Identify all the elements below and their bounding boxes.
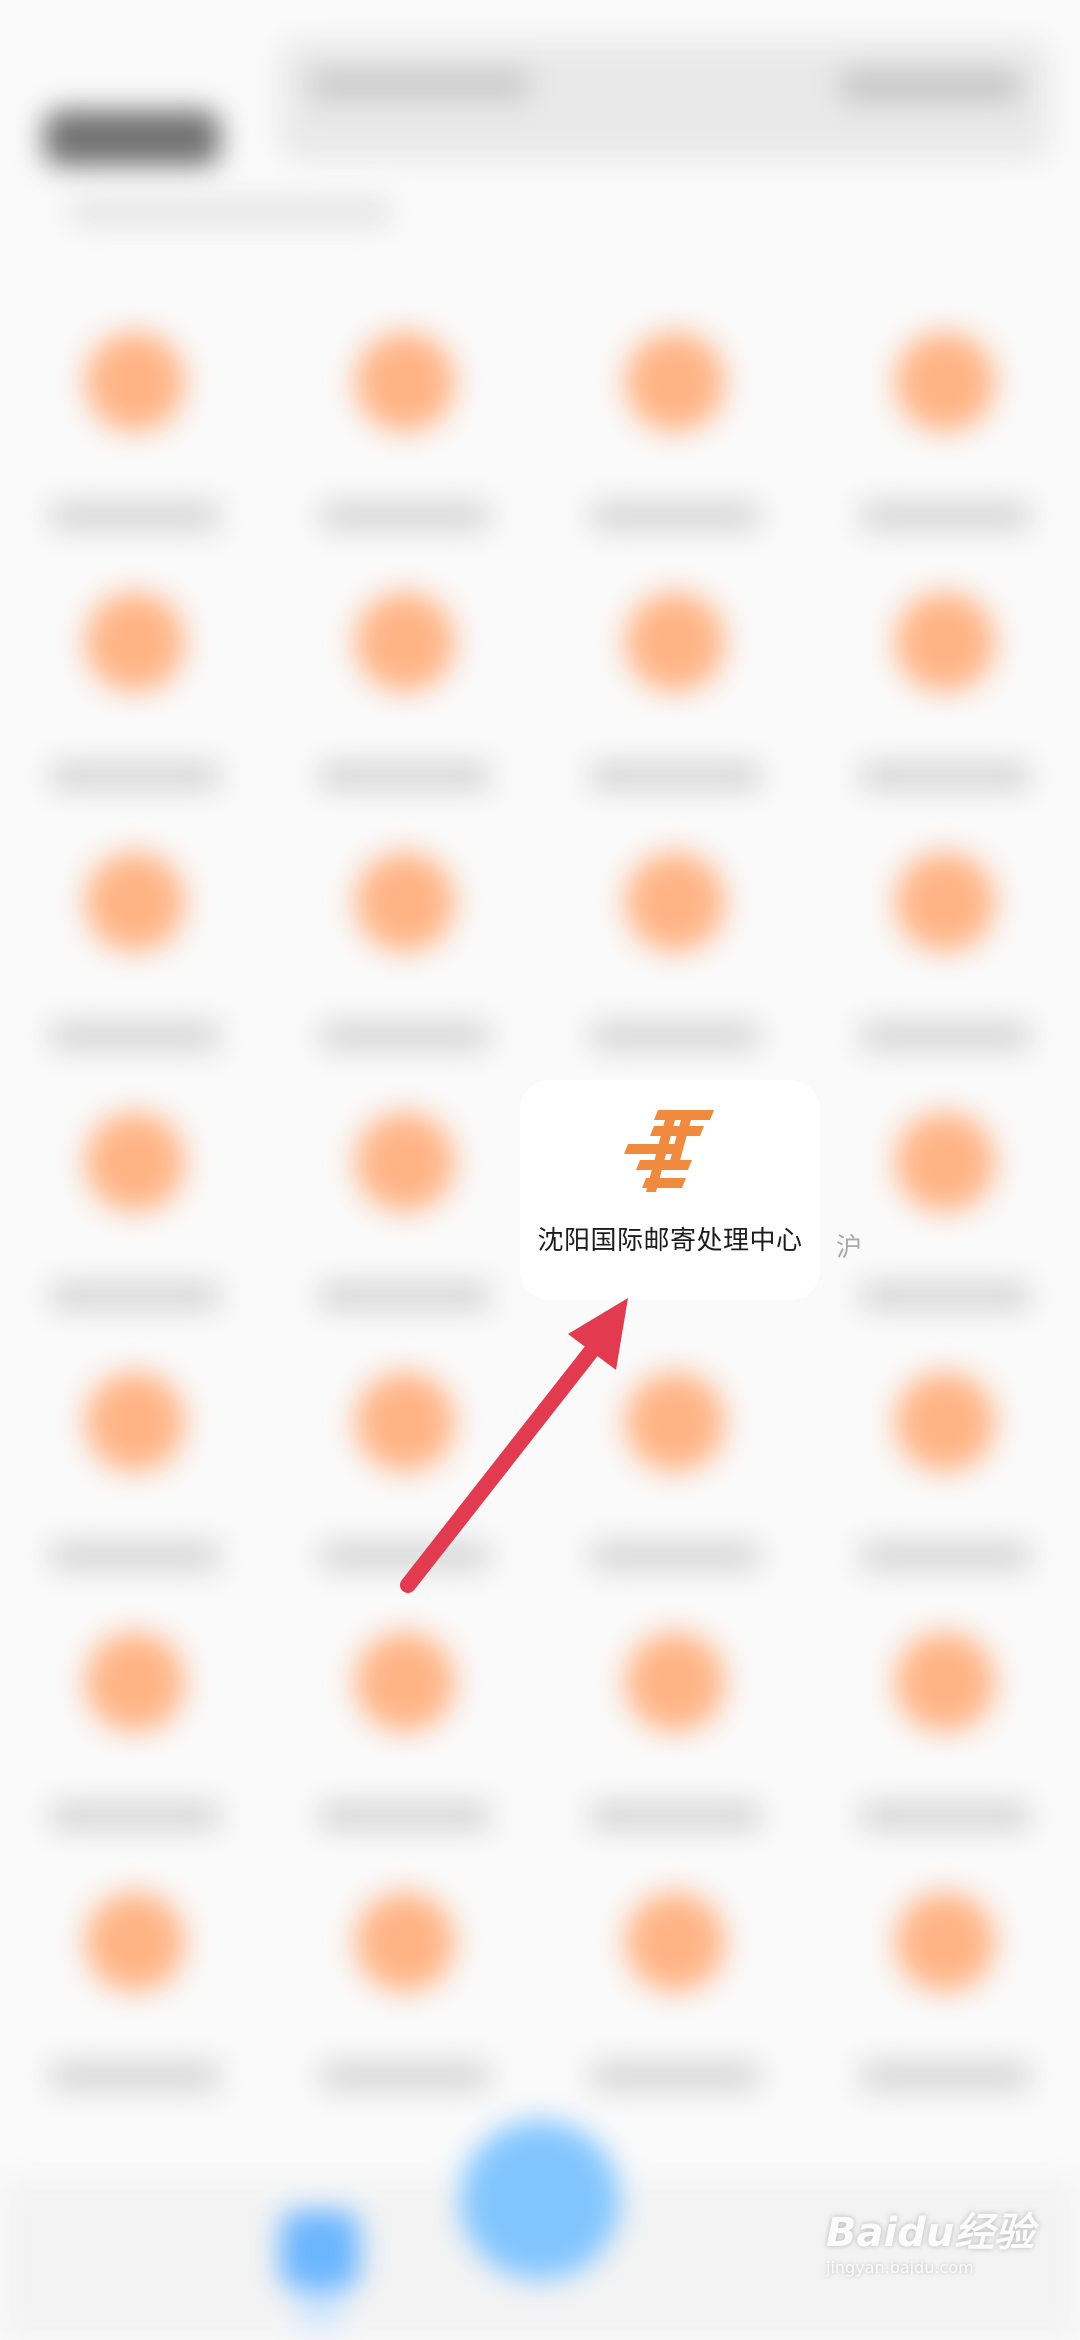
- watermark-url: jingyan.baidu.com: [826, 2258, 974, 2277]
- baidu-watermark: Baidu经验 jingyan.baidu.com: [826, 2200, 1046, 2300]
- watermark-brand: Baidu经验: [826, 2210, 1035, 2256]
- arrow-shaft: [400, 1332, 608, 1593]
- red-arrow-annotation: [400, 1298, 628, 1593]
